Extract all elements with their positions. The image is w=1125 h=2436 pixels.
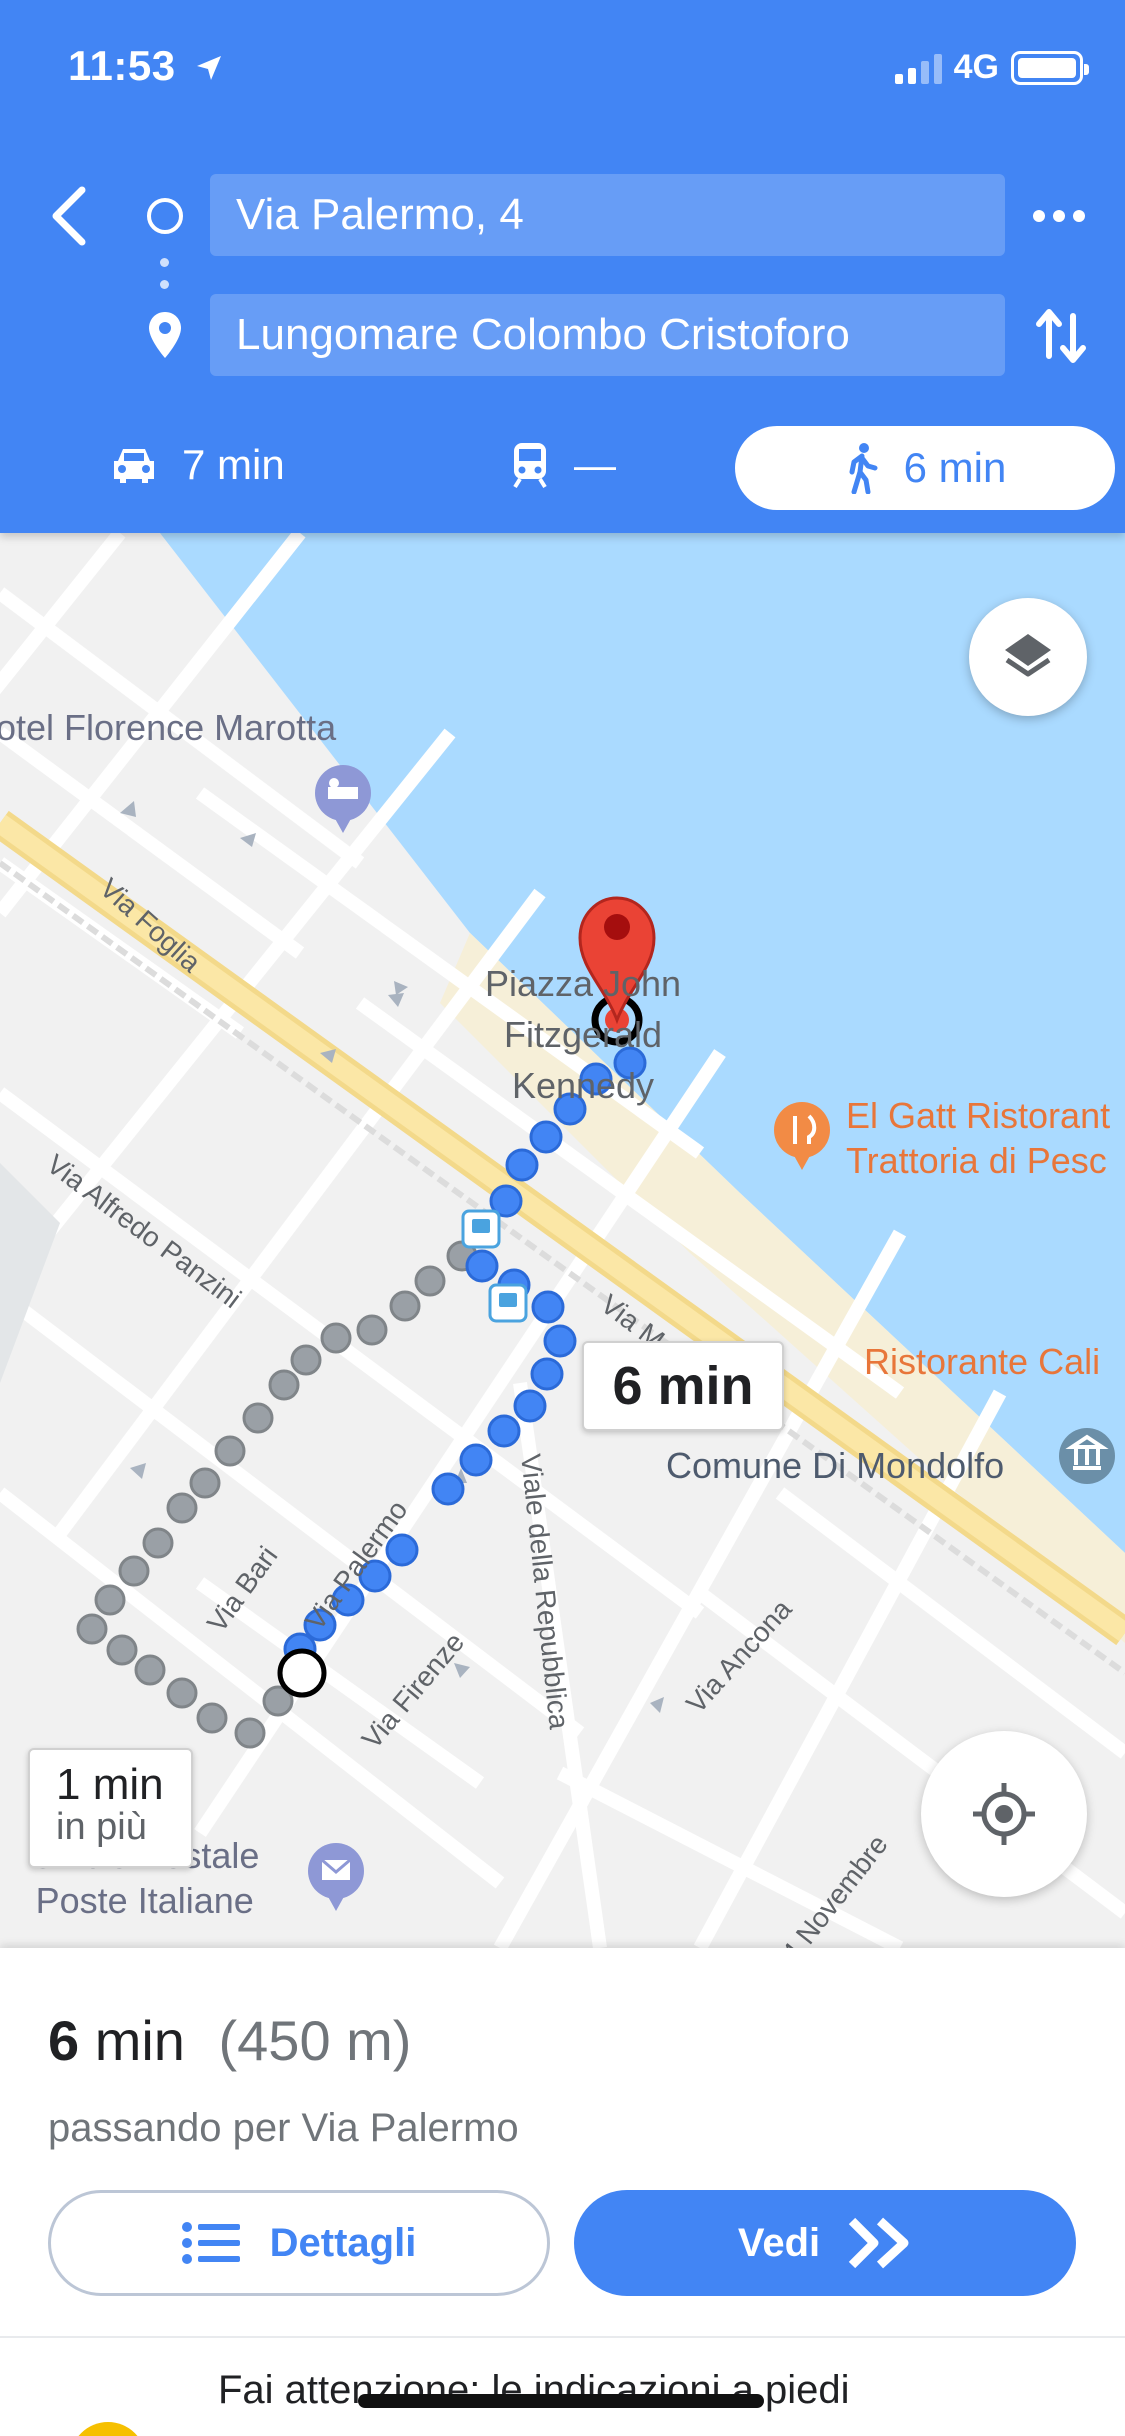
alt-route-time: 1 min [56, 1760, 164, 1809]
route-time-callout[interactable]: 6 min [582, 1341, 784, 1431]
origin-input[interactable]: Via Palermo, 4 [210, 174, 1005, 256]
back-button[interactable] [44, 184, 94, 248]
poi-restaurant-label[interactable]: El Gatt Ristorant Trattoria di Pesc [846, 1093, 1110, 1183]
details-button[interactable]: Dettagli [48, 2190, 550, 2296]
tab-driving[interactable]: 7 min [110, 420, 285, 510]
location-arrow-icon [194, 45, 224, 93]
destination-pin-icon [146, 310, 184, 360]
status-time: 11:53 [68, 42, 224, 93]
driving-time: 7 min [182, 441, 285, 488]
tab-walking[interactable]: 6 min [735, 426, 1115, 510]
crosshair-icon [973, 1783, 1035, 1845]
poi-ristorante-label[interactable]: Ristorante Cali [864, 1339, 1100, 1384]
list-icon [181, 2222, 240, 2264]
signal-icon [894, 52, 942, 84]
details-label: Dettagli [269, 2220, 417, 2265]
poi-hotel-label[interactable]: otel Florence Marotta [0, 705, 336, 750]
map-layers-button[interactable] [969, 598, 1087, 716]
clock: 11:53 [68, 42, 176, 89]
swap-icon [1036, 309, 1086, 363]
route-dots-icon [160, 258, 170, 302]
map-view[interactable]: Via Foglia Via Alfredo Panzini Via Mar V… [0, 533, 1125, 1948]
warning-icon [70, 2422, 146, 2436]
walk-icon [849, 443, 878, 494]
train-icon [513, 443, 547, 489]
poi-piazza-label[interactable]: Piazza John Fitzgerald Kennedy [463, 958, 703, 1111]
battery-icon [1011, 50, 1089, 85]
alt-route-callout[interactable]: 1 min in più [28, 1748, 193, 1868]
origin-circle-icon [147, 198, 183, 234]
divider [0, 2336, 1125, 2338]
network-type: 4G [953, 48, 999, 86]
tab-transit[interactable]: — [510, 420, 616, 510]
car-icon [114, 449, 154, 483]
poi-town-hall-label[interactable]: Comune Di Mondolfo [666, 1443, 1004, 1488]
view-route-button[interactable]: Vedi [574, 2190, 1076, 2296]
view-label: Vedi [737, 2220, 821, 2265]
alt-route-note: in più [56, 1806, 147, 1848]
back-arrow-icon [52, 186, 86, 246]
route-summary: 6 min (450 m) [48, 2008, 411, 2073]
duration-unit: min [94, 2009, 185, 2072]
layers-icon [1005, 634, 1051, 677]
destination-input[interactable]: Lungomare Colombo Cristoforo [210, 294, 1005, 376]
chevrons-right-icon [848, 2217, 909, 2269]
walking-time: 6 min [903, 444, 1007, 491]
route-distance: (450 m) [218, 2009, 412, 2072]
more-options-button[interactable] [1029, 196, 1089, 236]
transit-time: — [574, 441, 616, 488]
swap-locations-button[interactable] [1033, 304, 1089, 368]
status-indicators: 4G [894, 48, 1089, 87]
travel-mode-tabs: 7 min — 6 min [0, 420, 1125, 510]
home-indicator[interactable] [358, 2394, 764, 2408]
route-via: passando per Via Palermo [48, 2106, 519, 2150]
duration-value: 6 [48, 2009, 80, 2072]
route-summary-sheet[interactable]: 6 min (450 m) passando per Via Palermo D… [0, 1948, 1125, 2436]
my-location-button[interactable] [921, 1731, 1087, 1897]
directions-header: 11:53 4G Via Palermo, 4 Lungomare Colomb… [0, 0, 1125, 533]
